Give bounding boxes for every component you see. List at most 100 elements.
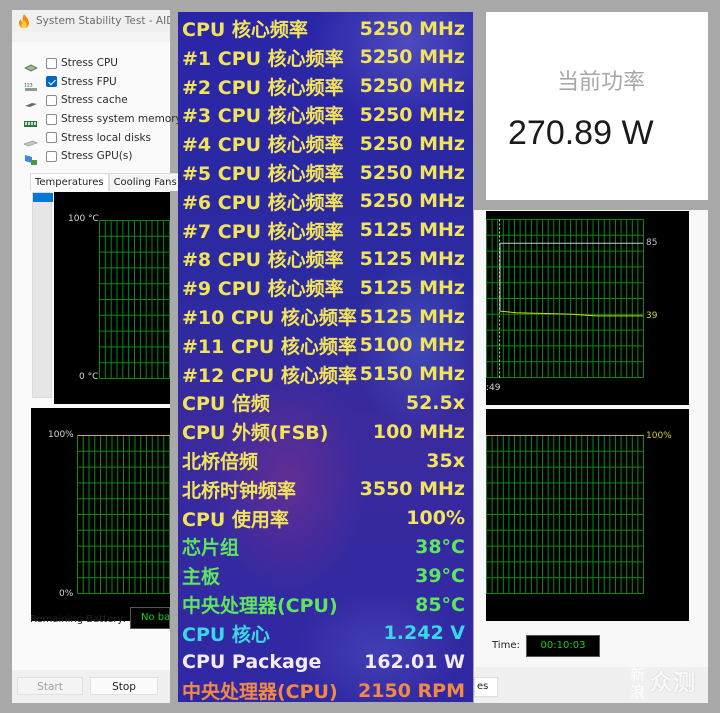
stress-gpu-checkbox[interactable] [46,150,57,162]
cache-chip-icon [24,95,38,108]
stress-disks-label: Stress local disks [61,131,152,144]
osd-row: #1 CPU 核心频率 5250 MHz [182,43,465,72]
stress-cache-checkbox[interactable] [46,94,57,106]
osd-row-value: 5250 MHz [359,17,465,40]
osd-row: #3 CPU 核心频率 5250 MHz [182,100,465,129]
osd-row-value: 39°C [415,564,465,587]
sensor-osd-overlay: CPU 核心频率 5250 MHz #1 CPU 核心频率 5250 MHz #2 CP… [178,12,473,702]
gpu-monitor-icon [24,151,38,166]
stress-disks-checkbox[interactable] [46,132,57,144]
osd-row: CPU 核心 1.242 V [182,619,465,648]
battery-label: Remaining Battery: [30,614,126,625]
start-button[interactable]: Start [17,677,83,695]
stress-option-cache[interactable]: Stress cache [24,91,182,110]
power-meter-card: 当前功率 270.89 W [486,12,708,200]
osd-row-label: 主板 [182,566,221,589]
stress-fpu-checkbox[interactable] [46,76,57,88]
battery-value: No battery [130,607,170,629]
mb-temp-end-label: 39 [646,311,658,321]
preferences-button[interactable]: es [474,677,498,697]
osd-row-label: CPU 核心频率 [182,19,308,41]
tab-cooling-fans[interactable]: Cooling Fans [108,173,182,191]
osd-row: CPU 核心频率 5250 MHz [182,14,465,43]
osd-row-value: 5250 MHz [359,75,465,98]
osd-row-label: #4 CPU 核心频率 [182,134,344,157]
osd-row-label: 北桥时钟频率 [182,479,297,502]
temp-ymin-label: 0 °C [79,372,99,382]
cpu-usage-chart-right: 100% [486,409,689,621]
osd-row: 主板 39°C [182,561,465,590]
usage-ymax-label: 100% [48,430,74,440]
watermark-zhongce: 众测 [650,671,697,696]
osd-row: 中央处理器(CPU) 2150 RPM [182,676,465,702]
osd-row-label: #6 CPU 核心频率 [182,191,344,214]
osd-row-label: #1 CPU 核心频率 [182,47,344,70]
osd-row: 中央处理器(CPU) 85°C [182,590,465,619]
sensor-select-list[interactable] [32,192,53,398]
osd-row: 北桥时钟频率 3550 MHz [182,475,465,504]
temp-ymax-label: 100 °C [68,214,99,224]
stress-options-list: Stress CPU 123 Stress FPU Stress cache S… [23,54,182,166]
osd-row: CPU 倍频 52.5x [182,388,465,417]
chart-tabs: Temperatures Cooling Fans [30,173,182,191]
osd-row-value: 5250 MHz [359,190,465,213]
stop-button[interactable]: Stop [90,677,158,695]
osd-row: #11 CPU 核心频率 5100 MHz [182,331,465,360]
svg-text:123: 123 [24,82,33,88]
osd-row-value: 5250 MHz [359,103,465,126]
osd-row-value: 100% [406,507,465,530]
osd-row-value: 5125 MHz [359,247,465,270]
stress-option-cpu[interactable]: Stress CPU [24,54,182,73]
osd-row-value: 5250 MHz [359,161,465,184]
temperature-chart: 100 °C 0 °C [54,192,170,404]
osd-row-value: 5125 MHz [359,219,465,242]
stress-memory-label: Stress system memory [61,113,182,126]
osd-row: CPU 外频(FSB) 100 MHz [182,417,465,446]
stress-option-fpu[interactable]: 123 Stress FPU [24,73,182,92]
watermark-sina: 新浪 [630,666,646,701]
stress-cpu-checkbox[interactable] [46,57,57,69]
stress-option-memory[interactable]: Stress system memory [24,110,182,129]
stress-option-gpu[interactable]: Stress GPU(s) [24,147,182,166]
osd-row: #12 CPU 核心频率 5150 MHz [182,360,465,389]
window-title: System Stability Test - AIDA64 [36,15,170,27]
osd-row-label: 中央处理器(CPU) [182,595,338,617]
osd-row-label: #3 CPU 核心频率 [182,105,344,128]
osd-row: #4 CPU 核心频率 5250 MHz [182,129,465,158]
osd-row-value: 5100 MHz [359,334,465,357]
usage-ymin-label: 0% [59,589,74,599]
disk-drive-icon [23,133,38,146]
osd-row-value: 5250 MHz [359,46,465,69]
osd-row-label: CPU 倍频 [182,393,270,416]
osd-row: #2 CPU 核心频率 5250 MHz [182,72,465,101]
elapsed-time-value: 00:10:03 [526,635,600,657]
osd-row-label: #8 CPU 核心频率 [182,249,344,272]
osd-row: #9 CPU 核心频率 5125 MHz [182,273,465,302]
cpu-usage-chart: 100% 0% [31,408,170,621]
osd-row: #5 CPU 核心频率 5250 MHz [182,158,465,187]
tab-temperatures[interactable]: Temperatures [30,173,109,191]
stress-memory-checkbox[interactable] [46,113,57,125]
osd-row-value: 162.01 W [364,651,465,674]
memory-module-icon [24,114,38,128]
osd-row-value: 85°C [415,593,465,616]
stress-gpu-label: Stress GPU(s) [61,150,133,163]
osd-row: #7 CPU 核心频率 5125 MHz [182,216,465,245]
sensor-selected-item[interactable] [33,193,53,202]
power-value: 270.89 W [508,114,654,152]
osd-row-label: #11 CPU 核心频率 [182,335,357,358]
title-bar[interactable]: System Stability Test - AIDA64 [12,10,170,32]
stress-option-disks[interactable]: Stress local disks [23,128,182,147]
osd-row: #6 CPU 核心频率 5250 MHz [182,187,465,216]
osd-row-label: #2 CPU 核心频率 [182,76,344,99]
osd-row-value: 3550 MHz [359,478,465,501]
osd-row-label: #12 CPU 核心频率 [182,364,357,387]
power-title: 当前功率 [556,70,645,95]
aida64-flame-icon [18,14,30,28]
stress-cpu-label: Stress CPU [61,57,118,70]
elapsed-time-label: Time: [492,640,520,651]
osd-row-value: 1.242 V [383,622,465,645]
usage-grid [77,435,170,594]
osd-row: #10 CPU 核心频率 5125 MHz [182,302,465,331]
osd-row-label: 北桥倍频 [182,451,259,473]
